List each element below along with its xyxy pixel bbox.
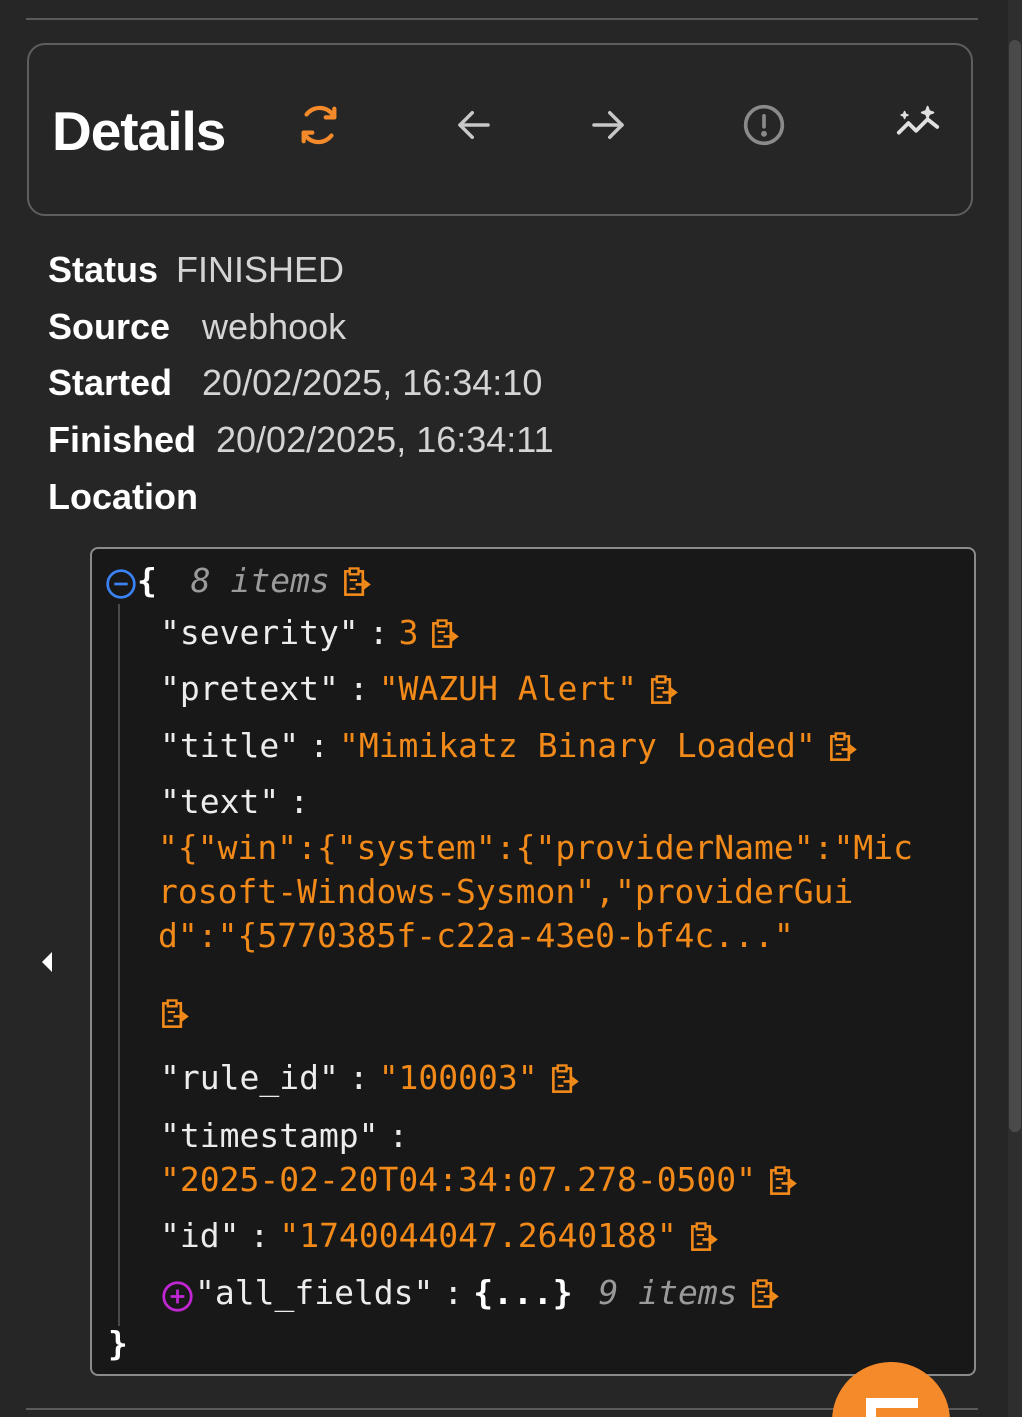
copy-icon[interactable] [430, 618, 460, 651]
json-key: "text" [160, 782, 280, 821]
json-value: 3 [398, 613, 419, 652]
json-value: "WAZUH Alert" [378, 669, 637, 708]
started-label: Started [48, 362, 173, 403]
json-key: "id" [160, 1216, 240, 1255]
json-colon: : [249, 1216, 270, 1255]
arrow-left-icon [458, 111, 490, 139]
page-title: Details [52, 100, 226, 162]
json-field-timestamp-value-line: "2025-02-20T04:34:07.278-0500" [160, 1158, 798, 1202]
sparkle-chart-icon [896, 105, 940, 135]
top-divider [26, 18, 978, 20]
json-key: "all_fields" [195, 1273, 434, 1312]
refresh-button[interactable] [296, 102, 342, 148]
json-field-severity: "severity":3 [160, 611, 460, 655]
json-collapsed-object[interactable]: {...} [473, 1273, 572, 1312]
caret-left-icon[interactable] [40, 950, 56, 974]
scrollbar-thumb[interactable] [1009, 40, 1021, 1132]
finished-row: Finished 20/02/2025, 16:34:11 [48, 420, 554, 460]
json-colon: : [348, 1058, 369, 1097]
json-field-text-value: "{"win":{"system":{"providerName":"Micro… [158, 828, 913, 955]
source-label: Source [48, 306, 171, 347]
status-value: FINISHED [176, 249, 345, 290]
insights-button[interactable] [895, 102, 941, 148]
json-root-close-line: } [108, 1322, 128, 1366]
json-colon: : [289, 782, 310, 821]
expand-icon[interactable] [161, 1280, 194, 1313]
json-key: "title" [160, 726, 300, 765]
copy-icon[interactable] [550, 1063, 580, 1096]
json-value: "Mimikatz Binary Loaded" [338, 726, 816, 765]
json-value: "1740044047.2640188" [279, 1216, 677, 1255]
json-colon: : [443, 1273, 464, 1312]
json-key: "severity" [160, 613, 359, 652]
json-root-count: 8 items [190, 561, 330, 600]
source-value: webhook [202, 306, 347, 347]
started-row: Started 20/02/2025, 16:34:10 [48, 363, 542, 403]
location-label: Location [48, 476, 198, 517]
finished-label: Finished [48, 419, 197, 460]
json-field-text-key: "text": [160, 780, 319, 824]
source-row: Source webhook [48, 307, 346, 347]
copy-icon[interactable] [689, 1221, 719, 1254]
details-panel: Details Status FINISHED Source webhook S… [0, 0, 1022, 1417]
json-value: "2025-02-20T04:34:07.278-0500" [160, 1160, 757, 1199]
json-colon: : [388, 1116, 409, 1155]
json-colon: : [348, 669, 369, 708]
finished-value: 20/02/2025, 16:34:11 [216, 419, 554, 460]
json-key: "pretext" [160, 669, 339, 708]
json-field-title: "title": "Mimikatz Binary Loaded" [160, 724, 858, 768]
json-all-fields-count: 9 items [598, 1273, 738, 1312]
arrow-right-icon [592, 111, 624, 139]
json-key: "rule_id" [160, 1058, 339, 1097]
report-issue-button[interactable] [741, 102, 787, 148]
json-field-pretext: "pretext": "WAZUH Alert" [160, 667, 679, 711]
menu-icon [866, 1398, 918, 1417]
alert-circle-icon [743, 104, 785, 146]
json-field-id: "id": "1740044047.2640188" [160, 1214, 719, 1258]
json-value: "100003" [378, 1058, 538, 1097]
status-row: Status FINISHED [48, 250, 344, 290]
copy-icon[interactable] [828, 731, 858, 764]
json-root-close: } [108, 1324, 128, 1363]
collapse-icon[interactable] [105, 568, 137, 600]
copy-icon[interactable] [342, 566, 372, 599]
json-key: "timestamp" [160, 1116, 379, 1155]
copy-icon[interactable] [649, 674, 679, 707]
json-root-open: { [137, 561, 157, 600]
started-value: 20/02/2025, 16:34:10 [202, 362, 543, 403]
refresh-icon [301, 105, 337, 145]
next-button[interactable] [585, 102, 631, 148]
location-row: Location [48, 477, 216, 517]
json-colon: : [309, 726, 329, 765]
json-root-line: { 8 items [137, 559, 372, 603]
json-field-rule-id: "rule_id": "100003" [160, 1056, 580, 1100]
copy-icon[interactable] [750, 1278, 780, 1311]
json-indent-guide [118, 604, 120, 1326]
json-field-timestamp-key: "timestamp": [160, 1114, 418, 1158]
copy-icon[interactable] [768, 1165, 798, 1198]
json-field-all-fields[interactable]: "all_fields": {...} 9 items [195, 1271, 780, 1315]
json-colon: : [368, 613, 389, 652]
copy-icon[interactable] [160, 999, 190, 1031]
previous-button[interactable] [451, 102, 497, 148]
status-label: Status [48, 249, 159, 290]
